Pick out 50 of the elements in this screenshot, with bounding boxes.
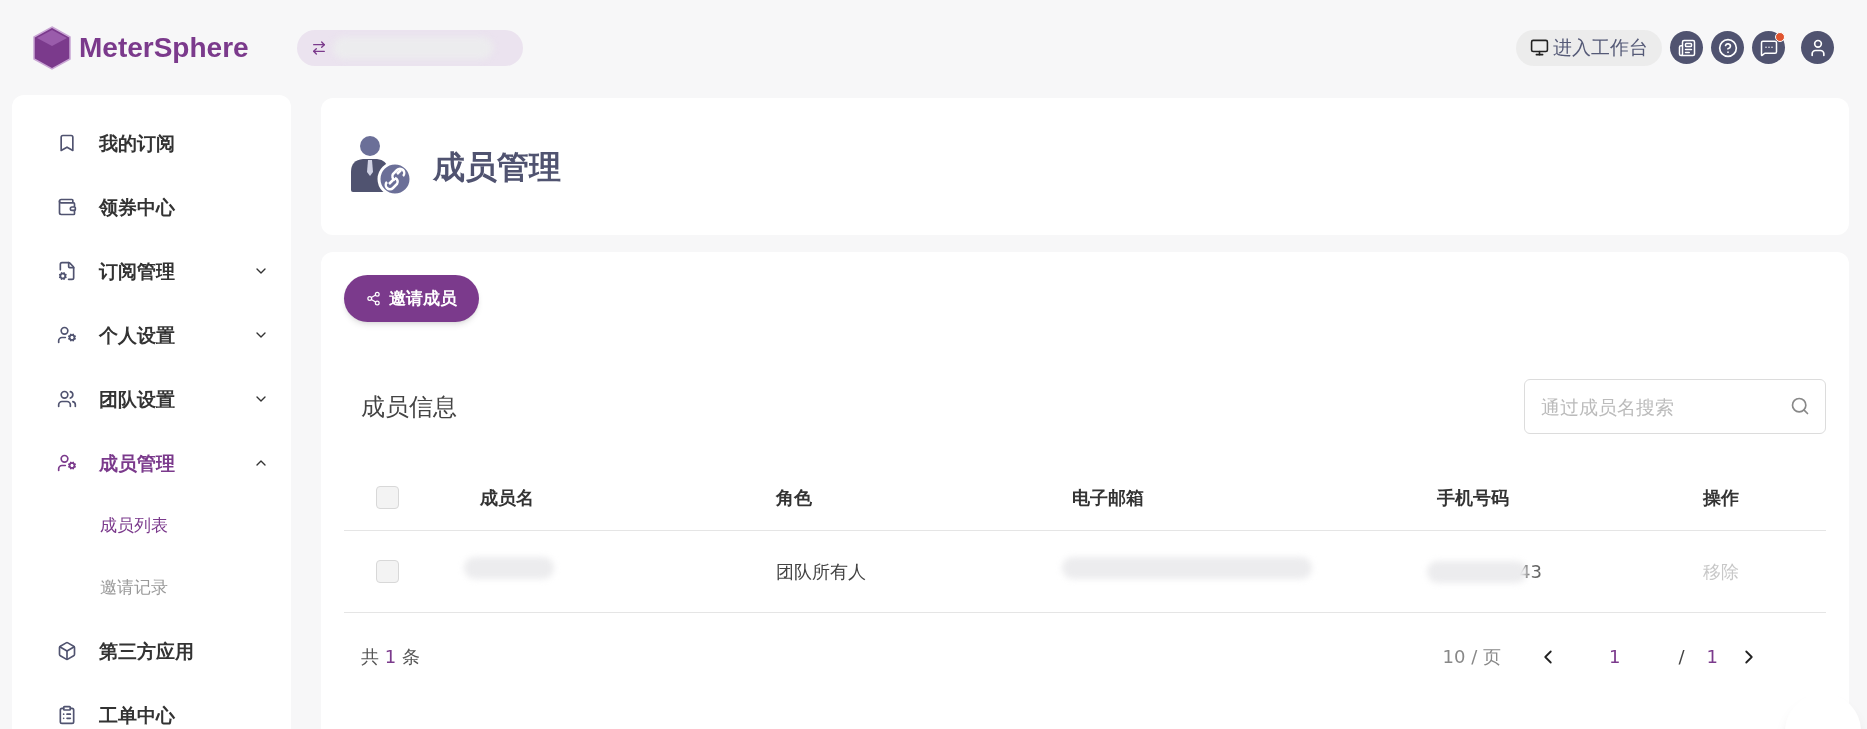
table-cell-text: 43: [1519, 560, 1542, 584]
table-cell-text: 团队所有人: [776, 560, 867, 584]
wallet-icon: [57, 197, 77, 217]
cube-logo-icon: [33, 25, 71, 70]
total-count: 共 1 条: [361, 645, 420, 669]
menu-item[interactable]: 订阅管理: [57, 239, 269, 303]
document-gear-icon: [57, 261, 77, 281]
page-title: 成员管理: [433, 146, 561, 188]
menu-item[interactable]: 团队设置: [57, 367, 269, 431]
clipboard-icon: [57, 705, 77, 725]
newspaper-icon: [1677, 38, 1696, 57]
team-switcher[interactable]: [296, 29, 523, 66]
switch-icon: [310, 39, 327, 56]
workbench-button[interactable]: 进入工作台: [1516, 29, 1662, 66]
column-header: 角色: [776, 486, 813, 510]
search-icon: [1790, 396, 1810, 416]
menu-item[interactable]: 我的订阅: [57, 111, 269, 175]
section-title: 成员信息: [361, 391, 457, 423]
bookmark-icon: [57, 133, 77, 153]
checkbox[interactable]: [376, 560, 399, 583]
column-header: 操作: [1703, 486, 1740, 510]
menu-item[interactable]: 成员管理: [57, 431, 269, 495]
message-button[interactable]: [1752, 31, 1785, 64]
column-header: 手机号码: [1437, 486, 1510, 510]
page-size-select[interactable]: 10 / 页: [1442, 643, 1501, 670]
menu-item[interactable]: 领券中心: [57, 175, 269, 239]
help-icon: [1717, 37, 1738, 58]
menu-item[interactable]: 工单中心: [57, 683, 269, 729]
people-icon: [57, 389, 77, 409]
user-avatar[interactable]: [1801, 31, 1834, 64]
submenu-item[interactable]: 成员列表: [100, 513, 168, 539]
monitor-icon: [1530, 38, 1549, 57]
menu-item[interactable]: 个人设置: [57, 303, 269, 367]
box-icon: [57, 641, 77, 661]
column-header: 电子邮箱: [1072, 486, 1145, 510]
checkbox[interactable]: [376, 486, 399, 509]
share-icon: [366, 291, 381, 306]
user-gear-icon: [57, 453, 77, 473]
user-gear-icon: [57, 325, 77, 345]
brand-name: MeterSphere: [79, 30, 249, 65]
total-pages: 1: [1706, 645, 1718, 669]
menu-item[interactable]: 第三方应用: [57, 619, 269, 683]
help-button[interactable]: [1711, 31, 1744, 64]
chat-icon: [1759, 38, 1778, 57]
news-button[interactable]: [1670, 31, 1703, 64]
current-page[interactable]: 1: [1609, 643, 1621, 670]
page-separator: /: [1678, 645, 1685, 669]
column-header: 成员名: [480, 486, 535, 510]
invite-button[interactable]: 邀请成员: [344, 275, 479, 322]
search-field[interactable]: 通过成员名搜索: [1524, 379, 1826, 434]
